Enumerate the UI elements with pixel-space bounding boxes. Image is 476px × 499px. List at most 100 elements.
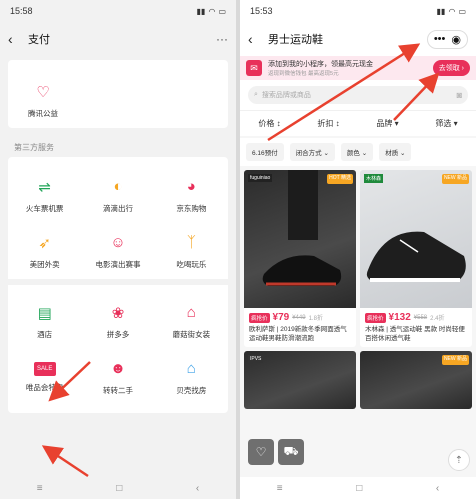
service-vip-sale[interactable]: SALE 唯品会特卖 (8, 349, 81, 405)
back-nav-icon[interactable]: ‹ (436, 483, 439, 494)
product-card[interactable]: IPVS (244, 351, 356, 410)
filter-chip-presale[interactable]: 6.16预付 (246, 143, 284, 161)
didi-icon: ◐ (113, 178, 123, 195)
service-label: 酒店 (37, 329, 53, 339)
menu-icon[interactable]: ≡ (37, 483, 43, 494)
filter-chips: 6.16预付 闭合方式 ⌄ 颜色 ⌄ 材质 ⌄ (240, 138, 476, 166)
mushroom-icon: ⌂ (186, 304, 196, 321)
hot-badge: HOT 精选 (327, 174, 353, 184)
status-icons: ▮▮ ◠ ▭ (437, 7, 466, 16)
back-to-top-icon[interactable]: ⇡ (448, 449, 470, 471)
favorite-heart-icon[interactable]: ♡ (248, 439, 274, 465)
brand-logo: IPVS (248, 355, 264, 364)
shoe-illustration (262, 170, 342, 286)
nav-bar: ‹ 男士运动鞋 ••• ◉ (240, 22, 476, 56)
train-icon: ⇌ (38, 178, 51, 196)
home-icon[interactable]: □ (356, 483, 362, 494)
more-dots-button[interactable]: ••• (434, 33, 446, 45)
filter-chip-color[interactable]: 颜色 ⌄ (340, 143, 374, 161)
product-info: 疯抢价 ¥79 ¥449 1.8折 欧利萨斯 | 2019新款冬季网面透气运动鞋… (244, 308, 356, 347)
pdd-icon: ❀ (111, 304, 125, 322)
more-menu-button[interactable]: ··· (216, 32, 228, 46)
third-party-section-label: 第三方服务 (14, 143, 54, 152)
new-badge: NEW 新品 (441, 174, 469, 184)
product-price: ¥79 (272, 312, 290, 323)
nav-bar: ‹ 支付 ··· (0, 22, 236, 56)
back-nav-icon[interactable]: ‹ (196, 483, 199, 494)
service-label: 滴滴出行 (102, 203, 133, 213)
product-card[interactable]: fuguiniao HOT 精选 疯抢价 ¥79 ¥449 1.8折 欧利萨斯 … (244, 170, 356, 348)
service-label: 电影演出赛事 (95, 259, 141, 269)
sort-discount[interactable]: 折扣 ↕ (317, 118, 339, 129)
service-meituan[interactable]: ➶ 美团外卖 (8, 223, 81, 279)
heart-icon: ♡ (36, 83, 50, 101)
product-info: 疯抢价 ¥132 ¥558 2.4折 木林森 | 透气运动鞋 黑款 时尚轻便百搭… (360, 308, 472, 347)
shoe-illustration (366, 231, 466, 282)
sort-brand[interactable]: 品牌 ▾ (376, 118, 398, 129)
cart-icon[interactable]: ⛟ (278, 439, 304, 465)
service-mogujie[interactable]: ⌂ 蘑菇街女装 (155, 293, 228, 349)
capsule-menu: ••• ◉ (426, 29, 468, 49)
filter-chip-closure[interactable]: 闭合方式 ⌄ (289, 143, 335, 161)
service-label: 转转二手 (102, 385, 133, 395)
service-label: 唯品会特卖 (25, 382, 64, 392)
filter-chip-material[interactable]: 材质 ⌄ (379, 143, 412, 161)
camera-icon[interactable]: ◙ (457, 90, 462, 100)
discount-text: 2.4折 (430, 316, 445, 322)
service-food-fun[interactable]: ᛉ 吃喝玩乐 (155, 223, 228, 279)
add-miniprogram-banner: ✉ 添加到我的小程序，领最高元现金 返现到微信钱包 最高返现5元 去领取 › (240, 56, 476, 80)
public-services-card: ♡ 腾讯公益 (8, 60, 228, 128)
sale-icon: SALE (33, 361, 56, 376)
original-price: ¥558 (413, 314, 428, 321)
service-zhuanzhuan[interactable]: ☻ 转转二手 (81, 349, 154, 405)
product-image: NEW 新品 (360, 351, 472, 410)
service-didi[interactable]: ◐ 滴滴出行 (81, 167, 154, 223)
status-time: 15:53 (250, 6, 273, 16)
system-nav-bar: ≡ □ ‹ (240, 477, 476, 499)
claim-button[interactable]: 去领取 › (432, 60, 470, 76)
sort-filter[interactable]: 筛选 ▾ (435, 118, 457, 129)
service-tencent-charity[interactable]: ♡ 腾讯公益 (18, 72, 68, 128)
product-card[interactable]: NEW 新品 (360, 351, 472, 410)
service-train-tickets[interactable]: ⇌ 火车票机票 (8, 167, 81, 223)
maoyan-icon: ☺ (110, 234, 126, 251)
new-badge: NEW 新品 (441, 355, 469, 365)
sort-price[interactable]: 价格 ↕ (258, 118, 280, 129)
battery-icon: ▭ (458, 6, 466, 16)
flash-price-badge: 疯抢价 (249, 312, 270, 323)
service-label: 腾讯公益 (28, 108, 58, 118)
product-card[interactable]: 木林森 NEW 新品 疯抢价 ¥132 ¥558 2.4折 木林森 | 透气运动… (360, 170, 472, 348)
service-movies[interactable]: ☺ 电影演出赛事 (81, 223, 154, 279)
wifi-icon: ◠ (208, 6, 216, 16)
back-button[interactable]: ‹ (8, 31, 20, 47)
service-beike[interactable]: ⌂ 贝壳找房 (155, 349, 228, 405)
service-label: 美团外卖 (29, 259, 60, 269)
page-title: 男士运动鞋 (268, 34, 323, 46)
third-party-grid-1: ⇌ 火车票机票 ◐ 滴滴出行 ◕ 京东购物 ➶ 美团外卖 ☺ 电影演出赛事 ᛉ … (8, 157, 228, 279)
menu-icon[interactable]: ≡ (277, 483, 283, 494)
zhuanzhuan-icon: ☻ (110, 360, 126, 377)
close-target-icon[interactable]: ◉ (451, 33, 461, 46)
sort-bar: 价格 ↕ 折扣 ↕ 品牌 ▾ 筛选 ▾ (240, 110, 476, 136)
service-label: 拼多多 (106, 329, 130, 339)
red-envelope-icon: ✉ (246, 60, 262, 76)
discount-text: 1.8折 (308, 316, 323, 322)
banner-subtitle: 返现到微信钱包 最高返现5元 (268, 71, 339, 77)
service-label: 蘑菇街女装 (172, 329, 211, 339)
product-price: ¥132 (388, 312, 411, 323)
system-nav-bar: ≡ □ ‹ (0, 477, 236, 499)
original-price: ¥449 (292, 314, 306, 321)
service-hotel[interactable]: ▤ 酒店 (8, 293, 81, 349)
banner-title: 添加到我的小程序，领最高元现金 (268, 61, 373, 68)
home-icon[interactable]: □ (116, 483, 122, 494)
status-time: 15:58 (10, 6, 33, 16)
product-image: fuguiniao HOT 精选 (244, 170, 356, 308)
jd-icon: ◕ (186, 178, 196, 195)
service-label: 贝壳找房 (176, 385, 207, 395)
search-icon: ⌕ (254, 91, 258, 98)
service-pinduoduo[interactable]: ❀ 拼多多 (81, 293, 154, 349)
service-jd[interactable]: ◕ 京东购物 (155, 167, 228, 223)
miniprogram-screen: 15:53 ▮▮ ◠ ▭ ‹ 男士运动鞋 ••• ◉ ✉ 添加到我的小程序，领最… (240, 0, 476, 499)
back-button[interactable]: ‹ (248, 31, 260, 47)
search-input[interactable]: ⌕ 搜索品牌或商品 ◙ (248, 86, 468, 104)
